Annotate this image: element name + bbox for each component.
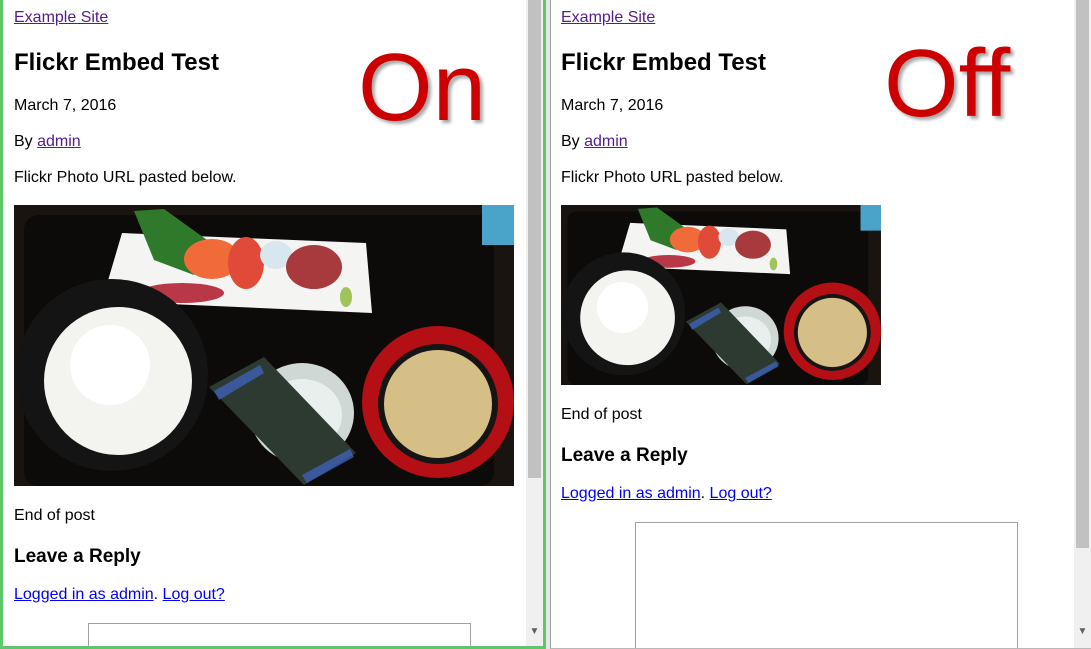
- logged-in-link[interactable]: Logged in as admin: [561, 485, 701, 502]
- author-link[interactable]: admin: [37, 133, 81, 150]
- logged-in-link[interactable]: Logged in as admin: [14, 586, 154, 603]
- reply-heading: Leave a Reply: [561, 445, 688, 466]
- browser-pane-left[interactable]: Example Site Flickr Embed Test On March …: [0, 0, 546, 649]
- comment-textarea[interactable]: [635, 522, 1018, 648]
- post-intro: Flickr Photo URL pasted below.: [14, 169, 237, 186]
- logout-link[interactable]: Log out?: [163, 586, 225, 603]
- post-date: March 7, 2016: [561, 97, 664, 114]
- vertical-scrollbar[interactable]: ▼: [526, 0, 543, 646]
- flickr-photo[interactable]: [14, 205, 514, 486]
- logged-in-line: Logged in as admin. Log out?: [14, 586, 225, 604]
- browser-pane-right[interactable]: Example Site Flickr Embed Test Off March…: [550, 0, 1091, 649]
- overlay-label: On: [358, 34, 487, 141]
- byline: By admin: [14, 133, 81, 151]
- byline-prefix: By: [561, 133, 585, 150]
- scrollbar-thumb[interactable]: [1076, 0, 1089, 548]
- post-date: March 7, 2016: [14, 97, 117, 114]
- post-title: Flickr Embed Test: [561, 49, 766, 76]
- post-intro: Flickr Photo URL pasted below.: [561, 169, 784, 186]
- author-link[interactable]: admin: [584, 133, 628, 150]
- end-of-post: End of post: [14, 507, 95, 524]
- page-content: Example Site Flickr Embed Test On March …: [14, 0, 526, 646]
- post-title: Flickr Embed Test: [14, 49, 219, 76]
- end-of-post: End of post: [561, 406, 642, 423]
- vertical-scrollbar[interactable]: ▼: [1074, 0, 1091, 648]
- photo-illustration: [561, 205, 881, 385]
- chevron-down-icon[interactable]: ▼: [1074, 623, 1091, 640]
- site-title-link[interactable]: Example Site: [14, 9, 108, 27]
- logged-separator: .: [700, 485, 710, 502]
- logged-separator: .: [153, 586, 163, 603]
- overlay-label: Off: [884, 30, 1011, 137]
- site-title-link[interactable]: Example Site: [561, 9, 655, 27]
- photo-illustration: [14, 205, 514, 486]
- chevron-down-icon[interactable]: ▼: [526, 623, 543, 640]
- byline-prefix: By: [14, 133, 38, 150]
- reply-heading: Leave a Reply: [14, 546, 141, 567]
- logout-link[interactable]: Log out?: [710, 485, 772, 502]
- byline: By admin: [561, 133, 628, 151]
- comment-textarea[interactable]: [88, 623, 471, 646]
- flickr-photo[interactable]: [561, 205, 881, 385]
- page-content: Example Site Flickr Embed Test Off March…: [561, 0, 1074, 648]
- logged-in-line: Logged in as admin. Log out?: [561, 485, 772, 503]
- scrollbar-thumb[interactable]: [528, 0, 541, 478]
